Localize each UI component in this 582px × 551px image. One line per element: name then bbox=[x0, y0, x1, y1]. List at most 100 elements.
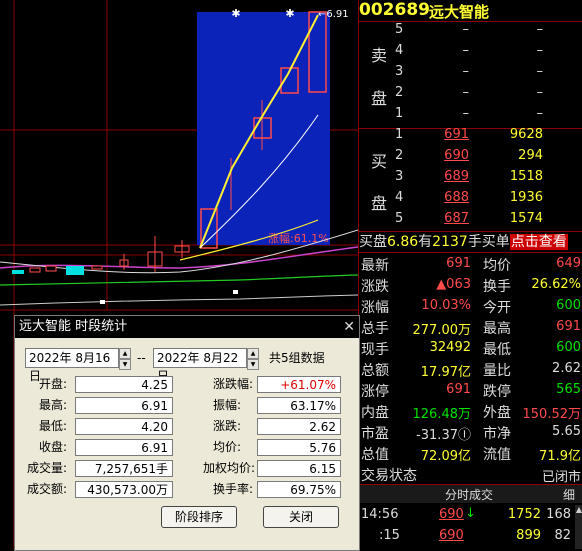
stat-value: 691 bbox=[446, 256, 471, 271]
close-icon[interactable]: ✕ bbox=[343, 316, 355, 338]
dialog-stat-label: 涨跌幅: bbox=[213, 377, 254, 391]
ask-volume: – bbox=[536, 22, 544, 37]
buy-order-bar: 买盘6.86有2137手买单点击查看 bbox=[359, 234, 568, 250]
dialog-stat-value: 6.91 bbox=[75, 439, 173, 456]
stat-value: 26.62% bbox=[531, 277, 581, 292]
stat-value: 691 bbox=[446, 382, 471, 397]
dialog-stat-label: 换手率: bbox=[213, 482, 254, 496]
stat-value: 600 bbox=[556, 298, 581, 313]
dialog-stat-label: 振幅: bbox=[213, 398, 242, 412]
ask-row[interactable]: 1 – – bbox=[359, 106, 582, 127]
ask-row[interactable]: 3 – – bbox=[359, 64, 582, 85]
view-orders-link[interactable]: 点击查看 bbox=[509, 234, 568, 250]
stat-value: 565 bbox=[556, 382, 581, 397]
dialog-stat-label: 最低: bbox=[39, 419, 68, 433]
ask-volume: – bbox=[536, 64, 544, 79]
stock-name: 远大智能 bbox=[429, 3, 490, 21]
bid-price: 691 bbox=[444, 127, 469, 142]
stat-label: 交易状态 bbox=[361, 468, 417, 484]
tick-direction-icon: ↓ bbox=[465, 506, 476, 521]
spinner-down-icon[interactable]: ▼ bbox=[247, 359, 259, 370]
bid-price: 687 bbox=[444, 211, 469, 226]
bid-price: 688 bbox=[444, 190, 469, 205]
stat-label: 内盘 bbox=[361, 405, 389, 421]
tick-row: 14:56 690 ↓ 1752 168 bbox=[359, 505, 573, 526]
dialog-stat-label: 成交额: bbox=[27, 482, 68, 496]
ask-row[interactable]: 4 – – bbox=[359, 43, 582, 64]
spinner-up-icon[interactable]: ▲ bbox=[119, 348, 131, 359]
ask-level: 1 bbox=[395, 106, 404, 121]
date-from-field[interactable]: 2022年 8月16日 bbox=[25, 348, 119, 383]
stat-value: 600 bbox=[556, 340, 581, 355]
dialog-stat-value: +61.07% bbox=[257, 376, 341, 393]
dialog-stat-value: 4.25 bbox=[75, 376, 173, 393]
ask-volume: – bbox=[536, 43, 544, 58]
stat-label: 现手 bbox=[361, 342, 389, 358]
stat-value: ▲063 bbox=[436, 277, 471, 292]
bid-row[interactable]: 2 690 294 bbox=[359, 148, 582, 169]
tick-row: :15 690 899 82 bbox=[359, 526, 573, 547]
dialog-stat-label: 均价: bbox=[213, 440, 242, 454]
tick-price: 690 bbox=[439, 528, 464, 543]
bid-level: 4 bbox=[395, 190, 404, 205]
stat-value: 71.9亿 bbox=[539, 449, 581, 464]
date-to-spinner[interactable]: ▲ ▼ bbox=[247, 348, 259, 370]
stat-label: 均价 bbox=[483, 258, 511, 274]
bid-volume: 1936 bbox=[509, 190, 543, 205]
range-end-marker: ✱ bbox=[285, 7, 294, 20]
stat-label: 市净 bbox=[483, 426, 511, 442]
bid-level: 5 bbox=[395, 211, 404, 226]
stat-label: 涨跌 bbox=[361, 279, 389, 295]
spinner-down-icon[interactable]: ▼ bbox=[119, 359, 131, 370]
tick-count: 82 bbox=[554, 528, 571, 543]
stat-value: 5.65 bbox=[552, 424, 581, 439]
bid-level: 2 bbox=[395, 148, 404, 163]
dialog-title: 远大智能 时段统计 bbox=[19, 319, 128, 334]
scroll-up-icon[interactable]: ▲ bbox=[575, 505, 582, 514]
dialog-stat-label: 成交量: bbox=[27, 461, 68, 475]
bid-volume: 1574 bbox=[509, 211, 543, 226]
ask-price: – bbox=[462, 43, 470, 58]
stat-value: 17.97亿 bbox=[420, 365, 471, 380]
stat-label: 跌停 bbox=[483, 384, 511, 400]
bid-volume: 1518 bbox=[509, 169, 543, 184]
ask-price: – bbox=[462, 106, 470, 121]
range-start-marker: ✱ bbox=[231, 7, 240, 20]
dialog-stat-value: 69.75% bbox=[257, 481, 341, 498]
ask-level: 3 bbox=[395, 64, 404, 79]
dialog-stat-label: 涨跌: bbox=[213, 419, 242, 433]
stat-label: 量比 bbox=[483, 363, 511, 379]
close-button[interactable]: 关闭 bbox=[263, 506, 339, 528]
stage-sort-button[interactable]: 阶段排序 bbox=[161, 506, 237, 528]
bid-level: 1 bbox=[395, 127, 404, 142]
bid-row[interactable]: 5 687 1574 bbox=[359, 211, 582, 232]
stat-label: 总额 bbox=[361, 363, 389, 379]
tick-time: 14:56 bbox=[361, 507, 399, 522]
ask-row[interactable]: 2 – – bbox=[359, 85, 582, 106]
bid-row[interactable]: 1 691 9628 bbox=[359, 127, 582, 148]
stat-label: 最新 bbox=[361, 258, 389, 274]
dialog-stat-label: 开盘: bbox=[39, 377, 68, 391]
date-to-field[interactable]: 2022年 8月22日 bbox=[153, 348, 247, 383]
bid-row[interactable]: 3 689 1518 bbox=[359, 169, 582, 190]
date-from-spinner[interactable]: ▲ ▼ bbox=[119, 348, 131, 370]
dialog-stat-label: 加权均价: bbox=[203, 461, 256, 475]
high-price-marker: ←6.91 bbox=[318, 9, 349, 20]
ask-price: – bbox=[462, 85, 470, 100]
tick-scrollbar[interactable]: ▲ bbox=[575, 505, 582, 549]
spinner-up-icon[interactable]: ▲ bbox=[247, 348, 259, 359]
ask-row[interactable]: 5 – – bbox=[359, 22, 582, 43]
bid-volume: 9628 bbox=[509, 127, 543, 142]
stat-label: 换手 bbox=[483, 279, 511, 295]
bid-price: 690 bbox=[444, 148, 469, 163]
quote-panel: 002689 远大智能 卖 盘 5– –4– –3– –2– –1– – 买 盘 1 691… bbox=[358, 0, 582, 549]
bid-row[interactable]: 4 688 1936 bbox=[359, 190, 582, 211]
stat-row: 涨停 691 跌停 565 bbox=[359, 380, 582, 401]
stat-row: 涨幅 10.03% 今开 600 bbox=[359, 296, 582, 317]
ask-price: – bbox=[462, 22, 470, 37]
stat-label: 涨幅 bbox=[361, 300, 389, 316]
tick-header-detail[interactable]: 细 bbox=[563, 486, 575, 503]
stat-label: 今开 bbox=[483, 300, 511, 316]
tick-header-title[interactable]: 分时成交 bbox=[445, 486, 493, 503]
dialog-stat-value: 63.17% bbox=[257, 397, 341, 414]
